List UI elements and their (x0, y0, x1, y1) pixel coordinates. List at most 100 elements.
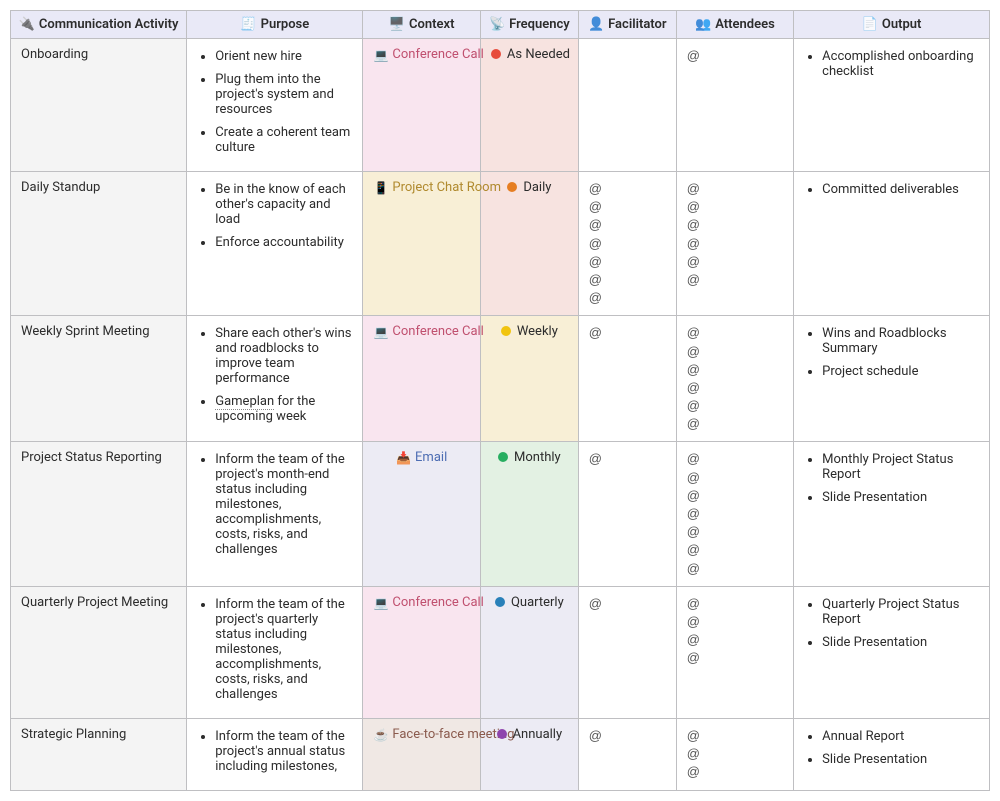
frequency-label: Daily (523, 180, 551, 195)
context-label: Conference Call (392, 324, 483, 339)
activity-cell[interactable]: Project Status Reporting (11, 442, 187, 586)
purpose-cell[interactable]: Inform the team of the project's month-e… (187, 442, 363, 586)
col-output[interactable]: 📄Output (794, 11, 990, 39)
output-item: Project schedule (822, 364, 979, 379)
attendees-cell[interactable]: @@@ (676, 718, 793, 790)
mention-icon: @ (589, 595, 666, 613)
context-label: Conference Call (392, 595, 483, 610)
purpose-cell[interactable]: Be in the know of each other's capacity … (187, 172, 363, 316)
mention-icon: @ (687, 595, 783, 613)
output-item: Slide Presentation (822, 635, 979, 650)
context-cell[interactable]: 💻Conference Call (363, 316, 480, 442)
mention-icon: @ (687, 487, 783, 505)
table-row: Weekly Sprint MeetingShare each other's … (11, 316, 990, 442)
activity-cell[interactable]: Weekly Sprint Meeting (11, 316, 187, 442)
col-context[interactable]: 🖥️Context (363, 11, 480, 39)
output-cell[interactable]: Wins and Roadblocks Summary Project sched… (794, 316, 990, 442)
context-cell[interactable]: 💻 Conference Call (363, 586, 480, 718)
output-item: Wins and Roadblocks Summary (822, 326, 979, 356)
context-icon: ☕ (373, 728, 388, 742)
output-item: Accomplished onboarding checklist (822, 49, 979, 79)
facilitator-cell[interactable]: @ (578, 586, 676, 718)
table-row: OnboardingOrient new hirePlug them into … (11, 39, 990, 172)
facilitator-cell[interactable]: @ (578, 316, 676, 442)
output-cell[interactable]: Accomplished onboarding checklist (794, 39, 990, 172)
mention-icon: @ (687, 727, 783, 745)
context-icon: 💻 (373, 596, 388, 610)
mention-icon: @ (589, 198, 666, 216)
facilitator-cell[interactable]: @ (578, 718, 676, 790)
plug-icon: 🔌 (19, 17, 35, 32)
mention-icon: @ (687, 763, 783, 781)
output-item: Quarterly Project Status Report (822, 597, 979, 627)
purpose-cell[interactable]: Inform the team of the project's quarter… (187, 586, 363, 718)
purpose-cell[interactable]: Orient new hirePlug them into the projec… (187, 39, 363, 172)
attendees-cell[interactable]: @ (676, 39, 793, 172)
mention-icon: @ (687, 180, 783, 198)
output-cell[interactable]: Monthly Project Status ReportSlide Prese… (794, 442, 990, 586)
mention-icon: @ (687, 361, 783, 379)
table-row: Quarterly Project Meeting Inform the team… (11, 586, 990, 718)
purpose-item: Inform the team of the project's quarter… (215, 597, 352, 702)
output-cell[interactable]: Annual ReportSlide Presentation (794, 718, 990, 790)
mention-icon: @ (589, 253, 666, 271)
attendees-cell[interactable]: @@@@@@ (676, 172, 793, 316)
frequency-cell[interactable]: Weekly (480, 316, 578, 442)
mention-icon: @ (589, 450, 666, 468)
output-item: Committed deliverables (822, 182, 979, 197)
table-header-row: 🔌Communication Activity 🧾Purpose 🖥️Conte… (11, 11, 990, 39)
mention-icon: @ (687, 235, 783, 253)
frequency-label: Annually (513, 727, 563, 742)
mention-icon: @ (687, 415, 783, 433)
person-icon: 👤 (588, 17, 604, 32)
purpose-item: Create a coherent team culture (215, 125, 352, 155)
mention-icon: @ (687, 379, 783, 397)
output-cell[interactable]: Committed deliverables (794, 172, 990, 316)
purpose-cell[interactable]: Inform the team of the project's annual … (187, 718, 363, 790)
activity-cell[interactable]: Onboarding (11, 39, 187, 172)
facilitator-cell[interactable]: @@@@@@@ (578, 172, 676, 316)
frequency-cell[interactable]: As Needed (480, 39, 578, 172)
facilitator-cell[interactable]: @ (578, 442, 676, 586)
attendees-cell[interactable]: @@@@@@@ (676, 442, 793, 586)
col-frequency[interactable]: 📡Frequency (480, 11, 578, 39)
frequency-dot-icon (501, 326, 511, 336)
attendees-cell[interactable]: @@@@@@ (676, 316, 793, 442)
mention-icon: @ (687, 745, 783, 763)
frequency-label: Quarterly (511, 595, 564, 610)
purpose-cell[interactable]: Share each other's wins and roadblocks t… (187, 316, 363, 442)
context-cell[interactable]: 💻 Conference Call (363, 39, 480, 172)
output-item: Slide Presentation (822, 752, 979, 767)
activity-cell[interactable]: Quarterly Project Meeting (11, 586, 187, 718)
frequency-cell[interactable]: Quarterly (480, 586, 578, 718)
context-cell[interactable]: 📥Email (363, 442, 480, 586)
context-label: Conference Call (392, 47, 483, 62)
col-activity[interactable]: 🔌Communication Activity (11, 11, 187, 39)
attendees-cell[interactable]: @@@@ (676, 586, 793, 718)
context-cell[interactable]: 📱Project Chat Room (363, 172, 480, 316)
frequency-dot-icon (507, 182, 517, 192)
mention-icon: @ (687, 560, 783, 578)
activity-cell[interactable]: Strategic Planning (11, 718, 187, 790)
mention-icon: @ (687, 649, 783, 667)
frequency-cell[interactable]: Monthly (480, 442, 578, 586)
people-icon: 👥 (695, 17, 711, 32)
frequency-label: As Needed (507, 47, 570, 62)
context-label: Project Chat Room (392, 180, 501, 195)
output-cell[interactable]: Quarterly Project Status Report Slide Pre… (794, 586, 990, 718)
col-purpose[interactable]: 🧾Purpose (187, 11, 363, 39)
mention-icon: @ (687, 253, 783, 271)
purpose-item: Orient new hire (215, 49, 352, 64)
mention-icon: @ (687, 271, 783, 289)
activity-cell[interactable]: Daily Standup (11, 172, 187, 316)
context-icon: 💻 (373, 48, 388, 62)
mention-icon: @ (687, 47, 783, 65)
col-attendees[interactable]: 👥Attendees (676, 11, 793, 39)
purpose-item: Enforce accountability (215, 235, 352, 250)
facilitator-cell[interactable] (578, 39, 676, 172)
mention-icon: @ (687, 397, 783, 415)
context-cell[interactable]: ☕Face-to-face meeting (363, 718, 480, 790)
col-facilitator[interactable]: 👤Facilitator (578, 11, 676, 39)
context-label: Email (415, 450, 447, 465)
mention-icon: @ (687, 505, 783, 523)
